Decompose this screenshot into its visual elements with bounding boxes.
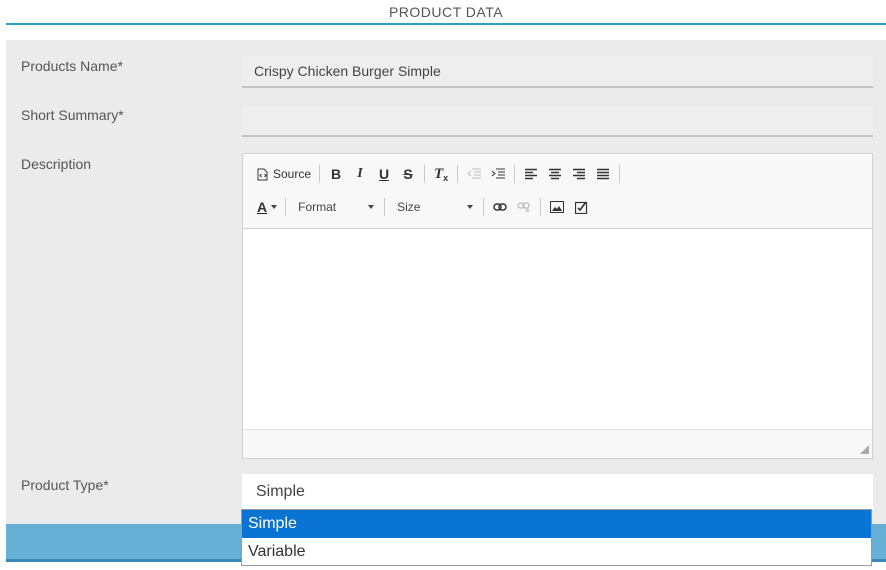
link-icon: [493, 202, 507, 212]
toolbar-separator: [424, 165, 426, 183]
editor-content-area[interactable]: [243, 229, 872, 429]
toolbar-separator: [384, 198, 386, 216]
description-editor: Source B I U S Tx A Format Size: [242, 153, 873, 459]
dropdown-option-variable[interactable]: Variable: [242, 538, 871, 566]
toolbar-separator: [619, 165, 621, 183]
align-left-icon: [524, 168, 538, 180]
text-color-button[interactable]: A: [253, 195, 281, 219]
align-right-icon: [572, 168, 586, 180]
align-right-button[interactable]: [567, 162, 591, 186]
link-button[interactable]: [488, 195, 512, 219]
product-name-label: Products Name*: [21, 58, 123, 74]
toolbar-separator: [285, 198, 287, 216]
toolbar-separator: [319, 165, 321, 183]
product-form: Products Name* Short Summary* Descriptio…: [6, 40, 886, 524]
remove-format-button[interactable]: Tx: [429, 162, 453, 186]
align-justify-button[interactable]: [591, 162, 615, 186]
section-title: PRODUCT DATA: [388, 4, 504, 20]
remove-format-icon: T: [433, 165, 444, 182]
indent-icon: [491, 168, 506, 180]
size-label: Size: [397, 200, 421, 214]
indent-button[interactable]: [486, 162, 510, 186]
source-button[interactable]: Source: [253, 162, 315, 186]
format-label: Format: [298, 200, 337, 214]
image-button[interactable]: [545, 195, 569, 219]
align-left-button[interactable]: [519, 162, 543, 186]
section-header: PRODUCT DATA: [6, 0, 886, 25]
product-name-input[interactable]: [242, 56, 873, 88]
toolbar-separator: [457, 165, 459, 183]
resize-grip-icon[interactable]: [860, 445, 869, 454]
remove-format-x-icon: x: [443, 173, 449, 183]
product-type-select[interactable]: Simple: [242, 474, 873, 510]
dropdown-option-simple[interactable]: Simple: [242, 510, 871, 538]
unlink-icon: [517, 201, 531, 213]
chevron-down-icon: [271, 205, 278, 209]
unlink-button[interactable]: [512, 195, 536, 219]
image-icon: [550, 201, 565, 213]
toolbar-row-1: Source B I U S Tx: [253, 161, 624, 187]
checkbox-icon: [574, 201, 588, 214]
description-label: Description: [21, 156, 92, 172]
text-color-icon: A: [257, 199, 268, 215]
checkbox-button[interactable]: [569, 195, 593, 219]
underline-button[interactable]: U: [372, 162, 396, 186]
bold-button[interactable]: B: [324, 162, 348, 186]
size-dropdown[interactable]: Size: [389, 195, 479, 219]
source-icon: [257, 168, 269, 181]
toolbar-row-2: A Format Size: [253, 194, 593, 220]
align-center-icon: [548, 168, 562, 180]
product-type-dropdown: Simple Variable: [241, 509, 872, 566]
editor-footer: [243, 429, 872, 458]
align-justify-icon: [596, 168, 610, 180]
source-label: Source: [273, 167, 312, 181]
editor-toolbar: Source B I U S Tx A Format Size: [243, 154, 872, 229]
outdent-icon: [467, 168, 482, 180]
strikethrough-button[interactable]: S: [396, 162, 420, 186]
align-center-button[interactable]: [543, 162, 567, 186]
short-summary-label: Short Summary*: [21, 107, 124, 123]
toolbar-separator: [483, 198, 485, 216]
italic-button[interactable]: I: [348, 162, 372, 186]
product-type-label: Product Type*: [21, 477, 109, 493]
chevron-down-icon: [368, 205, 375, 209]
toolbar-separator: [540, 198, 542, 216]
outdent-button[interactable]: [462, 162, 486, 186]
chevron-down-icon: [467, 205, 474, 209]
toolbar-separator: [514, 165, 516, 183]
short-summary-input[interactable]: [242, 105, 873, 137]
format-dropdown[interactable]: Format: [290, 195, 380, 219]
